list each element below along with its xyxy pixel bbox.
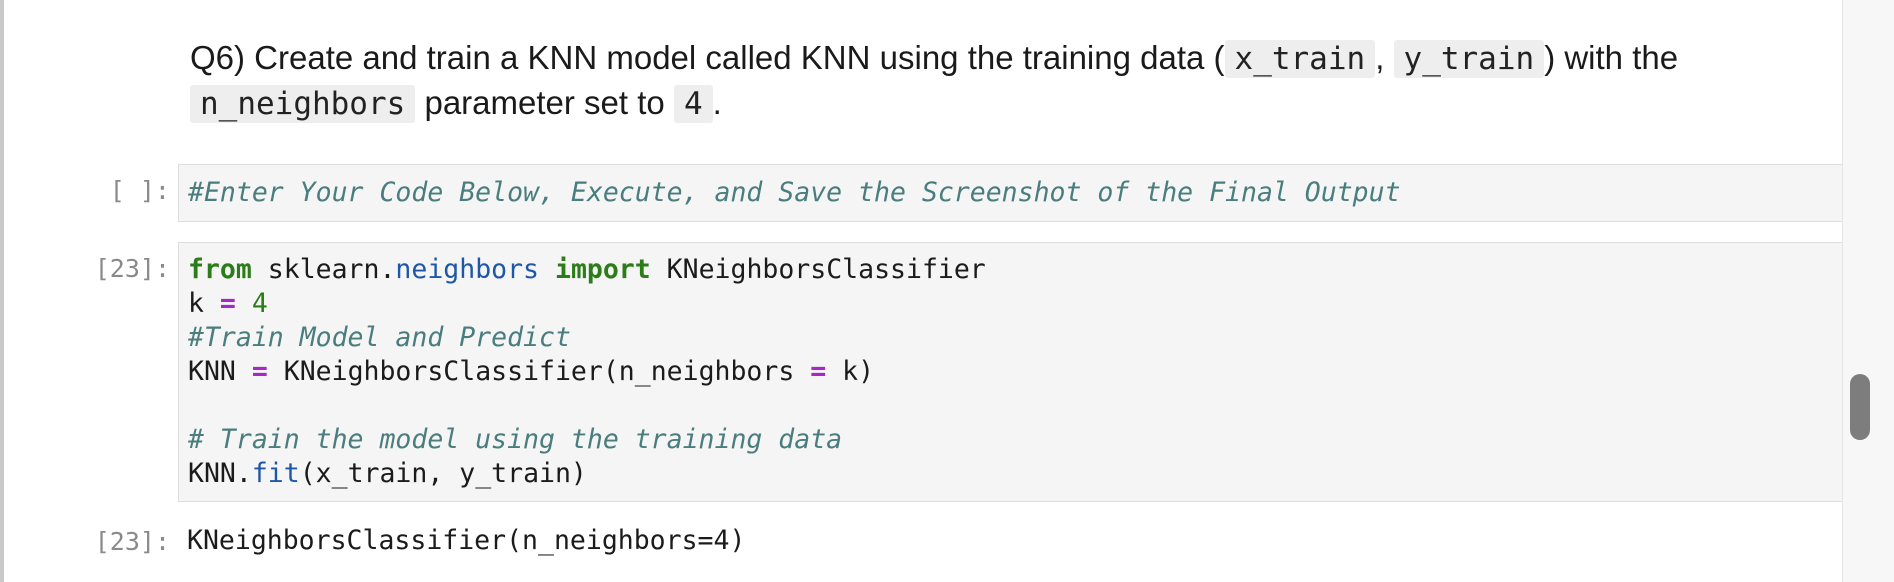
code-cell-empty[interactable]: #Enter Your Code Below, Execute, and Sav… [178,164,1844,222]
cell-prompt-empty: [ ]: [109,176,170,205]
scrollbar-thumb[interactable] [1850,374,1870,440]
code-token: import [554,254,651,285]
markdown-text: parameter set to [415,84,674,121]
code-token: sklearn. [251,254,396,285]
code-token: #Enter Your Code Below, Execute, and Sav… [188,177,1401,208]
cell-output-text: KNeighborsClassifier(n_neighbors=4) [187,525,746,556]
code-token: KNeighborsClassifier [650,254,986,285]
inline-code: y_train [1393,40,1545,78]
code-token: #Train Model and Predict [188,322,571,353]
output-prompt: [23]: [94,527,170,556]
code-line: #Train Model and Predict [188,321,1844,355]
code-line: k = 4 [188,287,1844,321]
code-line: KNN = KNeighborsClassifier(n_neighbors =… [188,355,1844,389]
code-cell-executed[interactable]: from sklearn.neighbors import KNeighbors… [178,242,1844,502]
code-editor[interactable]: from sklearn.neighbors import KNeighbors… [179,253,1844,491]
code-editor[interactable]: #Enter Your Code Below, Execute, and Sav… [179,176,1844,210]
code-token: k) [826,356,875,387]
markdown-text: . [712,84,722,121]
markdown-text: Q6) Create and train a KNN model called … [190,39,1225,76]
inline-code: n_neighbors [190,85,416,123]
code-token: KNN. [188,458,252,489]
code-token: neighbors [395,254,540,285]
markdown-text: , [1375,39,1394,76]
code-token: fit [251,458,300,489]
code-token: KNN [188,356,252,387]
notebook-left-edge [0,0,4,582]
code-token: (x_train, y_train) [299,458,587,489]
markdown-text: ) with the [1544,39,1679,76]
code-line: from sklearn.neighbors import KNeighbors… [188,253,1844,287]
inline-code: x_train [1224,40,1376,78]
code-token: k [188,288,220,319]
code-token: = [219,288,236,319]
code-line: #Enter Your Code Below, Execute, and Sav… [188,176,1844,210]
inline-code: 4 [673,85,713,123]
markdown-question-cell: Q6) Create and train a KNN model called … [190,36,1790,126]
code-token: KNeighborsClassifier(n_neighbors [267,356,811,387]
code-token: = [251,356,268,387]
vertical-scrollbar[interactable] [1842,0,1894,582]
code-line: KNN.fit(x_train, y_train) [188,457,1844,491]
code-token: # Train the model using the training dat… [188,424,843,455]
code-token: from [188,254,252,285]
code-token: 4 [251,288,268,319]
code-token: = [810,356,827,387]
cell-prompt-executed: [23]: [94,254,170,283]
code-line: # Train the model using the training dat… [188,423,1844,457]
